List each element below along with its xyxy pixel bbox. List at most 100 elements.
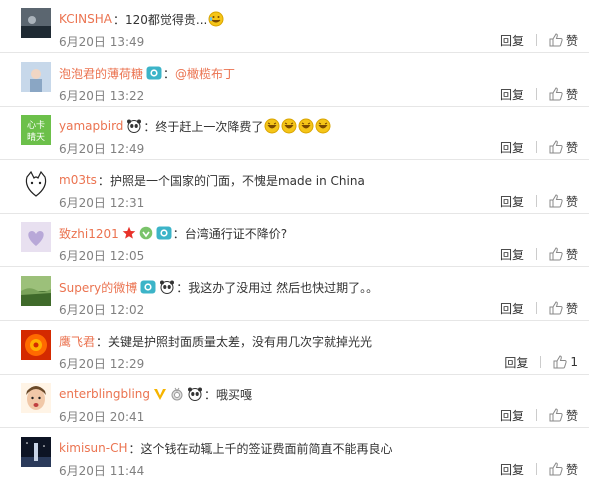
avatar[interactable] <box>21 169 51 199</box>
like-button[interactable]: 赞 <box>549 246 578 263</box>
comment-item: 鹰飞君 ： 关键是护照封面质量太差，没有用几次字就掉光光 6月20日 12:29… <box>0 322 589 375</box>
avatar[interactable]: 心卡 晴天 <box>21 115 51 145</box>
comment-item: 泡泡君的薄荷糖 ： @橄榄布丁 6月20日 13:22 回复 赞 <box>0 54 589 107</box>
comment-time: 6月20日 11:44 <box>59 464 145 478</box>
panda-badge-icon[interactable] <box>159 280 175 294</box>
panda-badge-icon[interactable] <box>187 387 203 401</box>
medal-badge-icon[interactable] <box>170 387 184 401</box>
username-link[interactable]: m03ts <box>59 173 97 187</box>
thumbs-up-icon <box>549 140 563 154</box>
avatar[interactable] <box>21 222 51 252</box>
comment-time: 6月20日 12:31 <box>59 196 145 210</box>
comment-text: 这个钱在动辄上千的签证费面前简直不能再良心 <box>140 441 393 456</box>
avatar[interactable] <box>21 276 51 306</box>
comment-text: 台湾通行证不降价? <box>184 226 288 241</box>
camera-badge-icon[interactable] <box>140 280 156 294</box>
comment-item: kimisun-CH ： 这个钱在动辄上千的签证费面前简直不能再良心 6月20日… <box>0 429 589 482</box>
avatar[interactable] <box>21 62 51 92</box>
avatar-image <box>21 437 51 467</box>
username-link[interactable]: 致zhi1201 <box>59 225 119 242</box>
avatar-image: 心卡 晴天 <box>21 115 51 145</box>
panda-badge-icon[interactable] <box>126 119 142 133</box>
comment-actions: 回复 赞 <box>500 406 578 424</box>
username-link[interactable]: enterblingbling <box>59 387 150 401</box>
username-link[interactable]: 鹰飞君 <box>59 333 95 350</box>
like-label: 赞 <box>565 462 578 477</box>
comment-time: 6月20日 13:22 <box>59 89 145 103</box>
reply-button[interactable]: 回复 <box>500 300 524 317</box>
comment-time: 6月20日 12:29 <box>59 357 145 371</box>
username-link[interactable]: 泡泡君的薄荷糖 <box>59 65 143 82</box>
avatar[interactable] <box>21 8 51 38</box>
avatar-image <box>21 222 51 252</box>
avatar[interactable] <box>21 383 51 413</box>
comment-item: KCINSHA ： 120都觉得贵... 6月20日 13:49 回复 赞 <box>0 0 589 53</box>
avatar[interactable] <box>21 330 51 360</box>
red-star-badge-icon[interactable] <box>122 226 136 240</box>
comment-item: m03ts ： 护照是一个国家的门面，不愧是made in China 6月20… <box>0 161 589 214</box>
mention-link[interactable]: @橄榄布丁 <box>175 65 235 82</box>
reply-button[interactable]: 回复 <box>500 461 524 478</box>
comment-text: 我这办了没用过 然后也快过期了。。 <box>188 280 379 295</box>
colon: ： <box>112 12 125 27</box>
like-button[interactable]: 赞 <box>549 193 578 210</box>
reply-button[interactable]: 回复 <box>504 354 528 371</box>
comment-line: m03ts ： 护照是一个国家的门面，不愧是made in China <box>59 171 365 189</box>
like-button[interactable]: 赞 <box>549 86 578 103</box>
thumbs-up-icon <box>549 301 563 315</box>
divider <box>535 88 537 100</box>
laughing-emoji-icon <box>264 118 332 134</box>
reply-button[interactable]: 回复 <box>500 407 524 424</box>
like-button[interactable]: 赞 <box>549 139 578 156</box>
divider <box>535 302 537 314</box>
avatar-image <box>21 169 51 199</box>
comment-text: 关键是护照封面质量太差，没有用几次字就掉光光 <box>108 334 373 349</box>
reply-button[interactable]: 回复 <box>500 32 524 49</box>
reply-button[interactable]: 回复 <box>500 193 524 210</box>
like-count: 1 <box>570 355 578 369</box>
like-label: 赞 <box>565 33 578 48</box>
username-link[interactable]: yamapbird <box>59 119 123 133</box>
comment-item: 致zhi1201 ： 台湾通行证不降价? 6月20日 12:05 回复 赞 <box>0 214 589 267</box>
comment-line: 泡泡君的薄荷糖 ： @橄榄布丁 <box>59 64 235 82</box>
comment-text: 终于赶上一次降费了 <box>155 119 264 134</box>
reply-button[interactable]: 回复 <box>500 246 524 263</box>
comment-actions: 回复 1 <box>504 353 578 371</box>
colon: ： <box>143 119 156 134</box>
camera-badge-icon[interactable] <box>156 226 172 240</box>
like-button[interactable]: 赞 <box>549 407 578 424</box>
thumbs-up-icon <box>549 408 563 422</box>
colon: ： <box>97 173 110 188</box>
avatar-image <box>21 383 51 413</box>
like-button[interactable]: 1 <box>553 355 578 369</box>
like-button[interactable]: 赞 <box>549 300 578 317</box>
username-link[interactable]: kimisun-CH <box>59 441 128 455</box>
camera-badge-icon[interactable] <box>146 66 162 80</box>
thumbs-up-icon <box>549 462 563 476</box>
like-button[interactable]: 赞 <box>549 32 578 49</box>
comment-actions: 回复 赞 <box>500 299 578 317</box>
reply-button[interactable]: 回复 <box>500 86 524 103</box>
like-button[interactable]: 赞 <box>549 461 578 478</box>
comment-actions: 回复 赞 <box>500 138 578 156</box>
comment-line: yamapbird ： 终于赶上一次降费了 <box>59 117 332 135</box>
svg-text:晴天: 晴天 <box>27 131 45 143</box>
like-label: 赞 <box>565 140 578 155</box>
colon: ： <box>204 387 217 402</box>
v-badge-icon[interactable] <box>153 387 167 401</box>
comment-actions: 回复 赞 <box>500 245 578 263</box>
comment-line: enterblingbling ： 哦买嘎 <box>59 385 252 403</box>
green-badge-icon[interactable] <box>139 226 153 240</box>
comment-text: 120都觉得贵... <box>124 12 208 27</box>
reply-button[interactable]: 回复 <box>500 139 524 156</box>
svg-text:心卡: 心卡 <box>27 119 45 131</box>
like-label: 赞 <box>565 194 578 209</box>
divider <box>535 463 537 475</box>
username-link[interactable]: KCINSHA <box>59 12 112 26</box>
avatar[interactable] <box>21 437 51 467</box>
username-link[interactable]: Supery的微博 <box>59 279 137 296</box>
divider <box>540 356 542 368</box>
thumbs-up-icon <box>549 33 563 47</box>
comment-actions: 回复 赞 <box>500 31 578 49</box>
comment-line: 鹰飞君 ： 关键是护照封面质量太差，没有用几次字就掉光光 <box>59 332 372 350</box>
